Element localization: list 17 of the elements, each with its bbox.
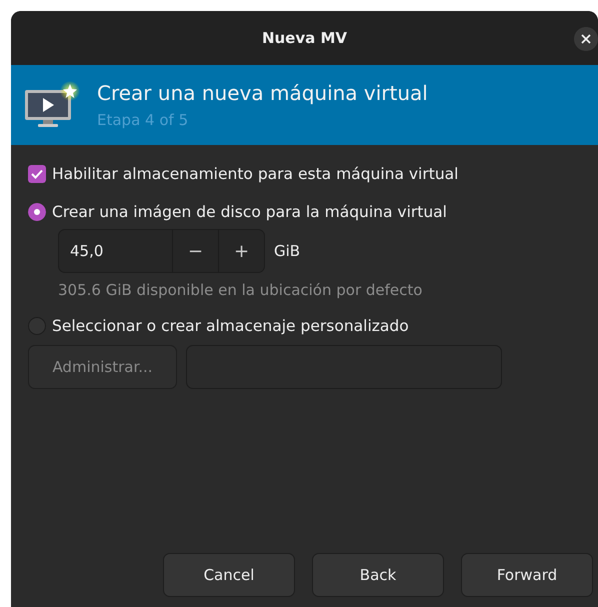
radio-button[interactable] xyxy=(28,317,46,335)
dialog-button[interactable]: Back xyxy=(312,553,444,597)
checkbox-label: Habilitar almacenamiento para esta máquina virtual xyxy=(52,165,458,183)
window-title: Nueva MV xyxy=(262,29,348,47)
dialog-button[interactable]: Cancel xyxy=(163,553,295,597)
banner-title: Crear una nueva máquina virtual xyxy=(97,81,428,105)
checkbox[interactable] xyxy=(28,165,46,183)
hint-text: 305.6 GiB disponible en la ubicación por defecto xyxy=(58,281,424,299)
monitor-icon xyxy=(23,80,81,130)
radio-label: Crear una imágen de disco para la máquina virtual xyxy=(52,203,447,221)
unit-label: GiB xyxy=(274,242,300,260)
size-spin-field[interactable]: 45,0 − + xyxy=(58,229,265,273)
step-label: Etapa 4 of 5 xyxy=(97,111,190,129)
radio-label: Seleccionar o crear almacenaje personalizado xyxy=(52,317,409,335)
radio-button[interactable] xyxy=(28,203,46,221)
size-input[interactable]: 45,0 xyxy=(59,230,172,272)
dialog-button[interactable]: Forward xyxy=(461,553,593,597)
